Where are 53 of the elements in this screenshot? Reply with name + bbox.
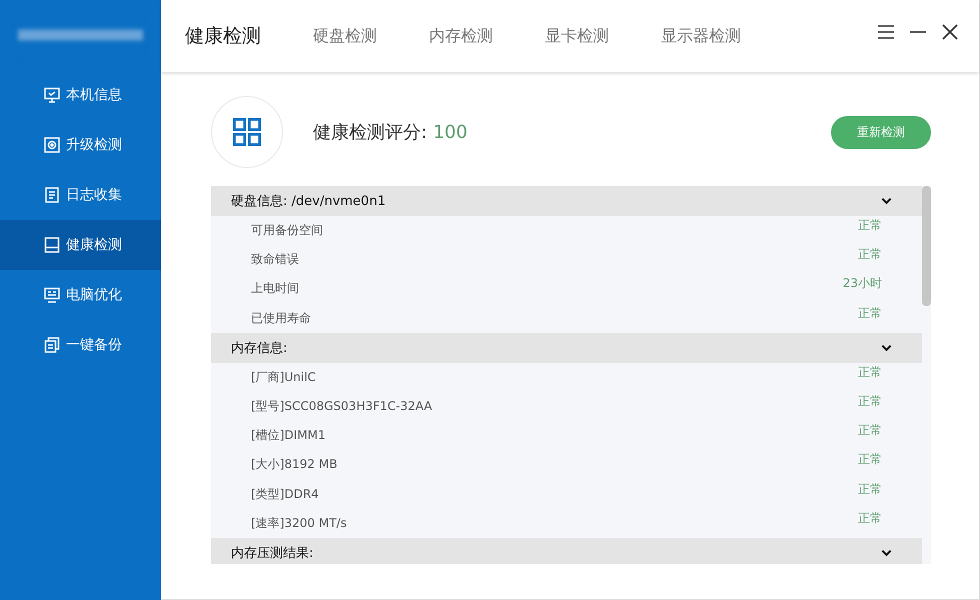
item-status: 正常 — [858, 246, 882, 264]
sidebar-item[interactable]: 健康检测 — [0, 220, 161, 270]
chevron-down-icon — [881, 548, 892, 557]
item-status: 正常 — [858, 364, 882, 381]
grid-icon — [233, 118, 261, 146]
item-name: 已使用寿命 — [251, 310, 311, 327]
sidebar-item[interactable]: 日志收集 — [0, 170, 161, 220]
scrollbar-thumb[interactable] — [922, 186, 931, 306]
tab[interactable]: 显示器检测 — [661, 26, 741, 46]
sidebar-item[interactable]: 升级检测 — [0, 120, 161, 170]
item-status: 正常 — [858, 304, 882, 322]
item-status: 正常 — [858, 480, 882, 498]
sidebar-item[interactable]: 本机信息 — [0, 70, 161, 120]
sidebar-item[interactable]: 一键备份 — [0, 320, 161, 370]
tab[interactable]: 内存检测 — [429, 26, 493, 46]
section-title: 硬盘信息: /dev/nvme0n1 — [231, 193, 386, 210]
section-header[interactable]: 硬盘信息: /dev/nvme0n1 — [211, 186, 922, 216]
item-name: 可用备份空间 — [251, 222, 323, 240]
item-status: 正常 — [858, 510, 882, 527]
item-name: [速率]3200 MT/s — [251, 514, 347, 532]
section-title: 内存压测结果: — [231, 544, 314, 562]
tab[interactable]: 显卡检测 — [545, 26, 609, 46]
item-name: 致命错误 — [251, 251, 299, 268]
item-name: 上电时间 — [251, 280, 299, 298]
monitor-icon — [44, 87, 60, 103]
copy-icon — [44, 337, 60, 353]
item-name: [类型]DDR4 — [251, 486, 319, 503]
drive-icon — [44, 237, 60, 253]
item-status: 正常 — [858, 217, 882, 234]
item-name: [大小]8192 MB — [251, 456, 338, 474]
close-icon[interactable] — [941, 23, 959, 41]
item-name: [厂商]UnilC — [251, 368, 316, 386]
score-label: 健康检测评分: — [313, 121, 428, 144]
item-status: 正常 — [858, 422, 882, 440]
item-status: 23小时 — [842, 275, 882, 292]
section-header[interactable]: 内存信息: — [211, 332, 922, 363]
tab[interactable]: 健康检测 — [185, 23, 261, 49]
score-value: 100 — [433, 122, 468, 142]
recheck-button[interactable]: 重新检测 — [831, 116, 931, 148]
chevron-down-icon — [881, 197, 892, 205]
item-status: 正常 — [858, 451, 882, 468]
menu-icon[interactable] — [877, 23, 895, 41]
document-icon — [44, 187, 60, 203]
item-name: [型号]SCC08GS03H3F1C-32AA — [251, 398, 432, 416]
screen-icon — [44, 287, 60, 303]
chevron-down-icon — [881, 344, 892, 352]
section-header[interactable]: 内存压测结果: — [211, 538, 922, 564]
section-title: 内存信息: — [231, 340, 288, 357]
scrollbar[interactable] — [922, 186, 931, 564]
tab[interactable]: 硬盘检测 — [313, 26, 377, 46]
item-status: 正常 — [858, 392, 882, 410]
sidebar-item[interactable]: 电脑优化 — [0, 270, 161, 320]
item-name: [槽位]DIMM1 — [251, 427, 326, 444]
